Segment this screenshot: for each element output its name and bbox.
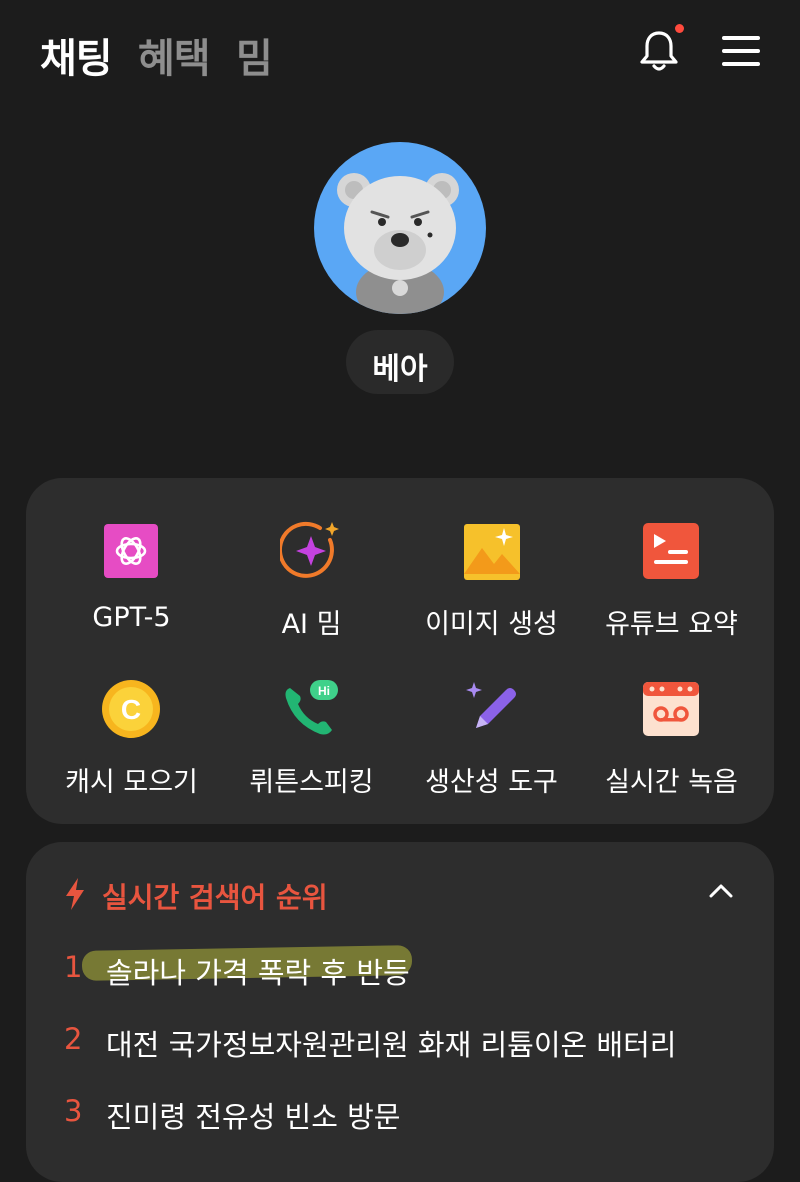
tab-benefits[interactable]: 혜택	[138, 26, 211, 84]
trending-text: 진미령 전유성 빈소 방문	[106, 1100, 401, 1134]
chevron-up-icon[interactable]	[706, 880, 736, 900]
feature-collect-cash[interactable]: C 캐시 모으기	[38, 678, 225, 828]
gpt-icon	[104, 524, 158, 578]
feature-ai-meme[interactable]: AI 밈	[218, 520, 405, 670]
feature-youtube-summary[interactable]: 유튜브 요약	[578, 520, 765, 670]
coin-icon: C	[102, 680, 160, 738]
trending-search-card: 실시간 검색어 순위 1 솔라나 가격 폭락 후 반등 2 대전 국가정보자원관…	[26, 842, 774, 1182]
rank-number: 1	[64, 950, 83, 984]
feature-label: 유튜브 요약	[605, 609, 738, 640]
pen-sparkle-icon	[466, 682, 516, 728]
rank-number: 3	[64, 1094, 83, 1128]
trending-text: 대전 국가정보자원관리원 화재 리튬이온 배터리	[106, 1028, 677, 1062]
hamburger-menu-icon[interactable]	[722, 36, 762, 66]
profile-name: 베아	[372, 352, 428, 387]
phone-hi-icon: Hi	[285, 680, 338, 735]
svg-text:Hi: Hi	[318, 684, 330, 698]
svg-text:C: C	[121, 694, 141, 725]
feature-wrtn-speaking[interactable]: Hi 뤼튼스피킹	[218, 678, 405, 828]
profile-name-pill[interactable]: 베아	[346, 330, 454, 394]
feature-label: AI 밈	[281, 609, 342, 640]
bear-avatar[interactable]	[314, 142, 486, 314]
feature-grid-card: GPT-5 AI 밈 이미지 생성 유튜브 요약 C 캐시 모으기 Hi 뤼튼스…	[26, 478, 774, 824]
bell-icon[interactable]	[636, 28, 682, 74]
feature-live-recording[interactable]: 실시간 녹음	[578, 678, 765, 828]
image-icon	[464, 524, 520, 580]
feature-gpt5[interactable]: GPT-5	[38, 520, 225, 670]
feature-label: 실시간 녹음	[605, 767, 738, 798]
feature-image-gen[interactable]: 이미지 생성	[398, 520, 585, 670]
feature-label: 이미지 생성	[425, 609, 558, 640]
youtube-summary-icon	[643, 523, 699, 579]
feature-label: 캐시 모으기	[65, 767, 198, 798]
tab-meme[interactable]: 밈	[236, 26, 273, 84]
tab-chat[interactable]: 채팅	[40, 26, 113, 84]
feature-label: GPT-5	[92, 602, 171, 633]
recorder-icon	[643, 682, 699, 736]
trending-title: 실시간 검색어 순위	[102, 881, 328, 914]
feature-label: 뤼튼스피킹	[249, 767, 374, 798]
feature-label: 생산성 도구	[425, 767, 558, 798]
sparkle-icon	[280, 521, 339, 578]
notification-dot	[675, 24, 684, 33]
top-header: 채팅 혜택 밈	[0, 0, 800, 110]
trending-text: 솔라나 가격 폭락 후 반등	[106, 956, 410, 990]
lightning-icon	[66, 878, 84, 910]
feature-productivity-tools[interactable]: 생산성 도구	[398, 678, 585, 828]
rank-number: 2	[64, 1022, 83, 1056]
